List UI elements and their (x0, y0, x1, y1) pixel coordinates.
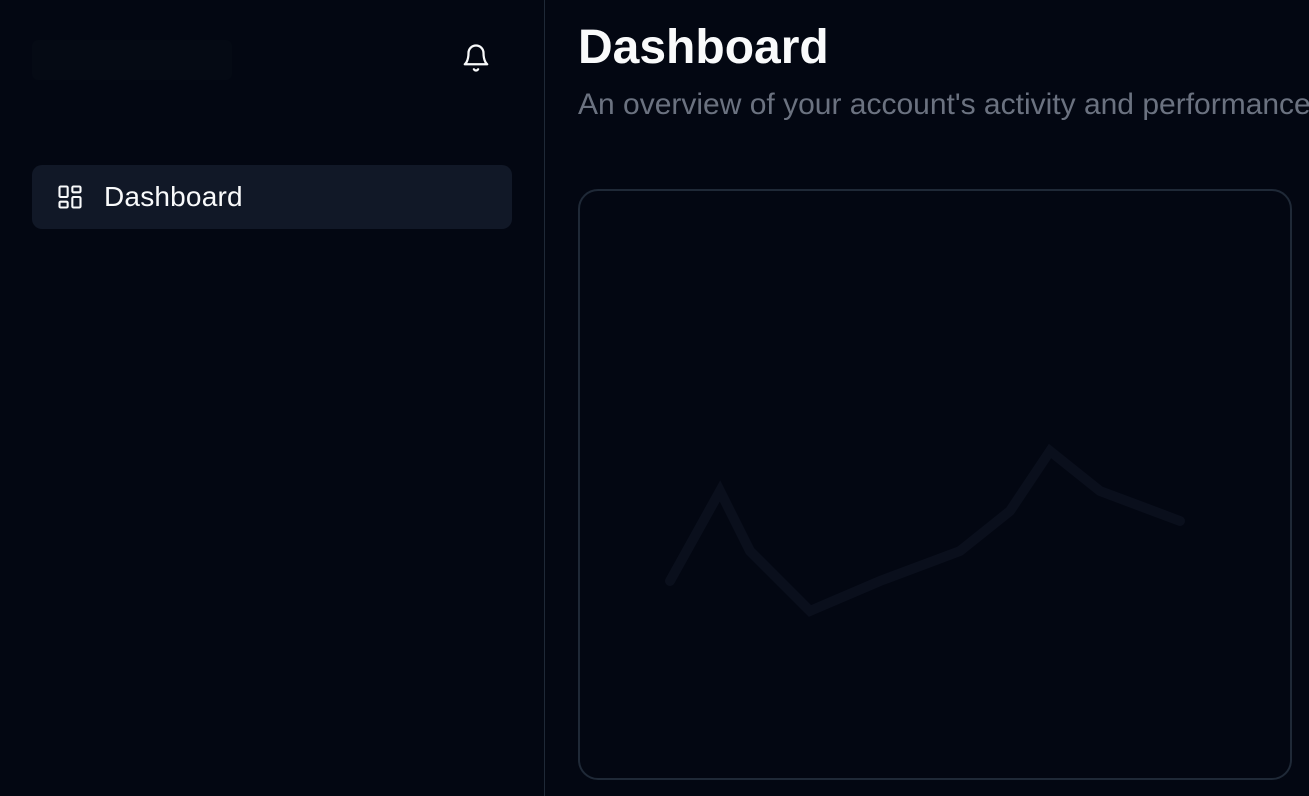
main-content: Dashboard An overview of your account's … (546, 0, 1309, 796)
app-shell: Dashboard Dashboard An overview of your … (0, 0, 1309, 796)
card-faint-graphic (665, 443, 1185, 617)
sidebar: Dashboard (0, 0, 545, 796)
overview-card (578, 189, 1292, 780)
logo (32, 40, 232, 80)
page-title: Dashboard (578, 21, 829, 74)
sidebar-item-label: Dashboard (104, 181, 243, 212)
bell-icon (461, 41, 491, 80)
sidebar-item-dashboard[interactable]: Dashboard (32, 165, 512, 229)
page-subtitle: An overview of your account's activity a… (578, 88, 1309, 121)
dashboard-grid-icon (56, 183, 84, 211)
notifications-button[interactable] (456, 40, 496, 80)
sidebar-nav: Dashboard (32, 165, 512, 229)
